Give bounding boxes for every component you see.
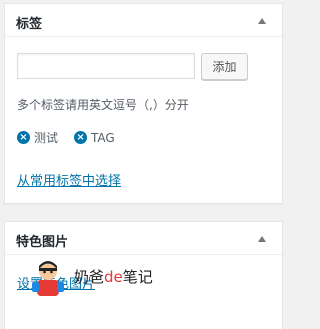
watermark-text: 奶爸de笔记 xyxy=(74,266,153,287)
watermark: 奶爸de笔记 xyxy=(28,256,153,296)
tag-label: TAG xyxy=(91,130,115,145)
tag-item: × 测试 xyxy=(17,129,58,146)
remove-tag-icon[interactable]: × xyxy=(74,131,88,144)
collapse-arrow-icon[interactable] xyxy=(258,236,266,242)
new-tag-input[interactable] xyxy=(17,53,195,79)
collapse-arrow-icon[interactable] xyxy=(258,18,266,24)
tags-panel: 标签 添加 多个标签请用英文逗号（,）分开 × 测试 × TAG 从常用标签中选… xyxy=(4,3,283,204)
tag-hint: 多个标签请用英文逗号（,）分开 xyxy=(17,98,189,112)
tags-panel-header[interactable]: 标签 xyxy=(5,4,282,37)
featured-panel-header[interactable]: 特色图片 xyxy=(5,222,282,255)
avatar-icon xyxy=(32,261,64,296)
watermark-text-part: 笔记 xyxy=(122,267,153,286)
tag-list: × 测试 × TAG xyxy=(17,129,115,146)
tag-label: 测试 xyxy=(34,131,59,145)
choose-common-tags-link[interactable]: 从常用标签中选择 xyxy=(17,170,121,189)
featured-panel-title: 特色图片 xyxy=(16,235,69,250)
watermark-text-accent: de xyxy=(104,267,123,286)
tag-item: × TAG xyxy=(74,131,115,145)
tags-panel-title: 标签 xyxy=(16,17,43,32)
remove-tag-icon[interactable]: × xyxy=(17,131,30,144)
watermark-text-part: 奶爸 xyxy=(74,267,105,286)
add-tag-button[interactable]: 添加 xyxy=(201,53,248,80)
